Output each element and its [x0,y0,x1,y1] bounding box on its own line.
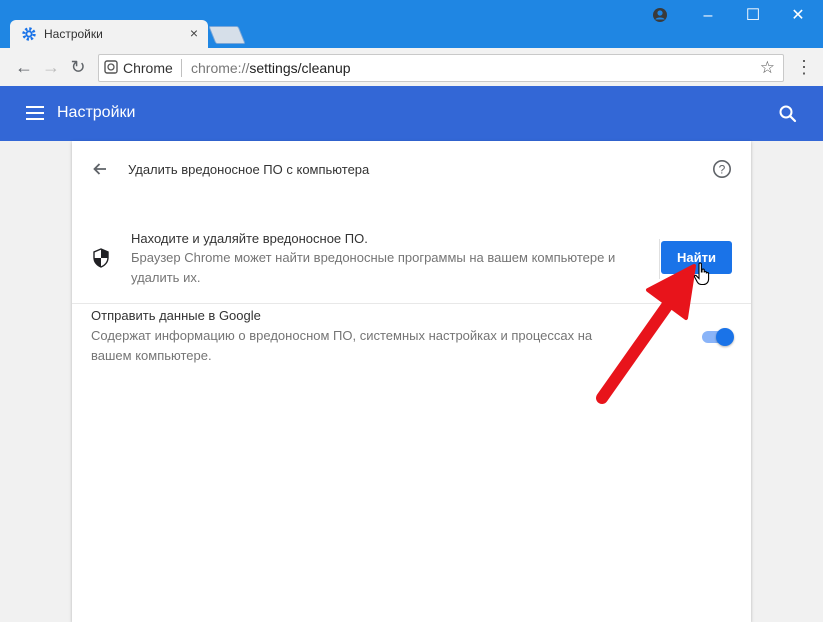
back-arrow-icon[interactable] [92,161,108,177]
new-tab-button[interactable] [208,26,246,44]
search-icon[interactable] [778,104,798,124]
find-section-description: Браузер Chrome может найти вредоносные п… [131,250,616,285]
url-text: chrome://settings/cleanup [191,60,351,76]
settings-header: Настройки [0,86,823,141]
address-bar[interactable]: Chrome chrome://settings/cleanup ☆ [98,54,784,82]
bookmark-star-icon[interactable]: ☆ [760,58,775,78]
menu-icon[interactable] [26,106,44,120]
tab-close-button[interactable]: × [190,25,198,41]
help-icon[interactable]: ? [712,159,732,179]
report-section-title: Отправить данные в Google [91,308,261,323]
close-window-button[interactable]: ✕ [783,6,813,26]
shield-icon [93,248,109,268]
page-title: Настройки [57,104,136,121]
subpage-title: Удалить вредоносное ПО с компьютера [128,162,370,177]
maximize-button[interactable]: ☐ [738,6,768,26]
profile-icon[interactable] [652,7,668,23]
tab-settings[interactable]: Настройки × [10,20,208,48]
toggle-knob [716,328,734,346]
site-label: Chrome [123,60,173,76]
gear-icon [22,27,36,41]
annotation-arrow [596,264,696,404]
omnibox-separator [181,59,182,77]
hand-cursor-icon [693,262,710,286]
back-button[interactable]: ← [14,57,34,77]
title-bar: Настройки × – ☐ ✕ [0,0,823,48]
tab-title: Настройки [44,27,103,41]
chrome-page-icon [104,60,118,74]
browser-menu-icon[interactable]: ⋮ [795,56,813,78]
minimize-button[interactable]: – [693,6,723,26]
svg-text:?: ? [719,162,726,176]
report-section-description: Содержат информацию о вредоносном ПО, си… [91,328,593,363]
forward-button[interactable]: → [41,57,61,77]
reload-button[interactable]: ↻ [68,57,88,77]
browser-toolbar: ← → ↻ Chrome chrome://settings/cleanup ☆… [0,48,823,87]
find-section-title: Находите и удаляйте вредоносное ПО. [131,231,368,246]
